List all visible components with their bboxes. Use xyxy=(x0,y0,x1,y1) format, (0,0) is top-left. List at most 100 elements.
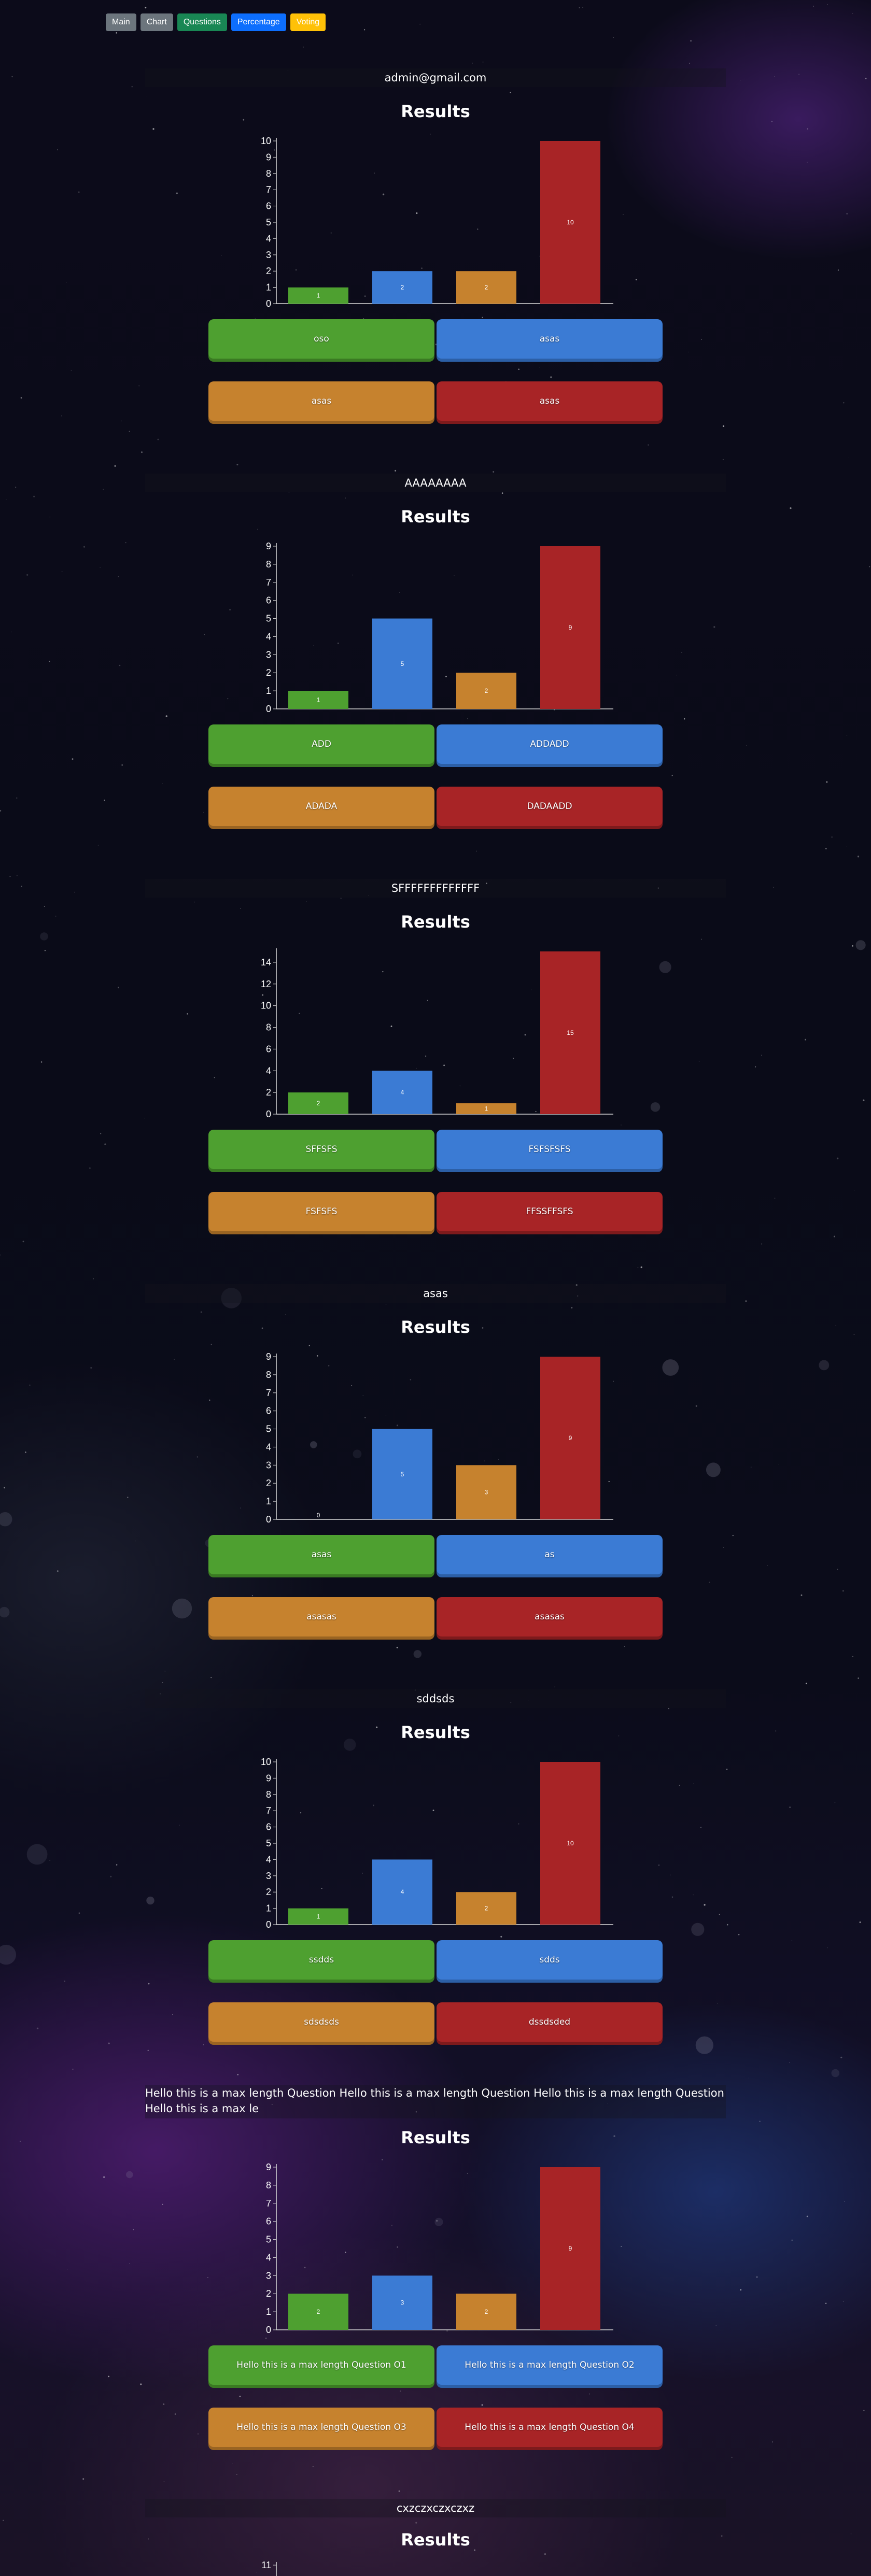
star-dot xyxy=(104,1143,106,1145)
star-dot xyxy=(340,898,342,899)
star-dot xyxy=(689,62,690,64)
star-dot xyxy=(114,465,116,467)
y-tick-label: 0 xyxy=(266,704,271,714)
star-dot xyxy=(145,7,147,9)
answer-button-2[interactable]: Hello this is a max length Question O2 xyxy=(437,2345,663,2385)
answer-button-3[interactable]: Hello this is a max length Question O3 xyxy=(208,2408,434,2447)
y-tick-label: 0 xyxy=(266,1109,271,1119)
answer-button-1[interactable]: oso xyxy=(208,319,434,359)
star-dot xyxy=(789,2062,790,2063)
star-dot xyxy=(683,718,685,720)
bar-value-label: 4 xyxy=(401,1089,404,1096)
nav-voting-button[interactable]: Voting xyxy=(290,13,326,31)
nav-questions-button[interactable]: Questions xyxy=(177,13,227,31)
star-dot xyxy=(236,2474,237,2475)
answer-button-1[interactable]: SFFSFS xyxy=(208,1130,434,1169)
y-tick-label: 6 xyxy=(266,1822,271,1832)
y-tick-label: 7 xyxy=(266,1388,271,1398)
space-debris xyxy=(413,1650,422,1658)
y-tick-label: 6 xyxy=(266,1406,271,1416)
space-debris xyxy=(0,1606,10,1618)
bar-value-label: 1 xyxy=(485,1105,488,1113)
bar-value-label: 2 xyxy=(317,2308,320,2315)
answer-button-3[interactable]: ADADA xyxy=(208,787,434,826)
answer-button-2[interactable]: asas xyxy=(437,319,663,359)
star-dot xyxy=(64,1980,65,1982)
star-dot xyxy=(152,128,154,130)
answer-button-3[interactable]: sdsdsds xyxy=(208,2002,434,2042)
star-dot xyxy=(251,1595,254,1597)
bar-value-label: 3 xyxy=(401,2299,404,2307)
star-dot xyxy=(738,1934,740,1935)
answer-button-3[interactable]: FSFSFS xyxy=(208,1192,434,1231)
y-tick-label: 2 xyxy=(266,1887,271,1897)
answer-button-2[interactable]: as xyxy=(437,1535,663,1574)
y-tick-label: 1 xyxy=(266,1496,271,1506)
bar-value-label: 9 xyxy=(569,2245,572,2252)
star-dot xyxy=(774,1198,776,1199)
answer-button-1[interactable]: asas xyxy=(208,1535,434,1574)
star-dot xyxy=(701,339,702,340)
y-tick-label: 1 xyxy=(266,686,271,696)
space-debris xyxy=(172,1598,192,1619)
answer-button-4[interactable]: asas xyxy=(437,381,663,421)
answer-button-3[interactable]: asasas xyxy=(208,1597,434,1636)
star-dot xyxy=(833,1235,835,1237)
star-dot xyxy=(363,29,366,31)
star-dot xyxy=(813,5,814,7)
star-dot xyxy=(430,133,431,135)
bar-value-label: 9 xyxy=(569,624,572,631)
star-dot xyxy=(20,397,22,399)
star-dot xyxy=(240,908,241,909)
bar-value-label: 1 xyxy=(317,1913,320,1920)
results-bar-chart: 0 1 2 3 4 5 6 7 8 9 0 5 3 9 xyxy=(266,1351,613,1525)
star-dot xyxy=(108,2375,110,2378)
answer-button-4[interactable]: dssdsded xyxy=(437,2002,663,2042)
y-tick-label: 3 xyxy=(266,1871,271,1881)
answer-button-4[interactable]: Hello this is a max length Question O4 xyxy=(437,2408,663,2447)
answer-button-2[interactable]: ADDADD xyxy=(437,724,663,764)
y-tick-label: 8 xyxy=(266,2180,271,2190)
answer-button-1[interactable]: ssdds xyxy=(208,1940,434,1980)
answer-button-4[interactable]: DADAADD xyxy=(437,787,663,826)
bar-value-label: 1 xyxy=(317,292,320,299)
results-bar-chart: 0 1 2 3 4 5 6 7 8 9 2 3 2 9 xyxy=(266,2162,613,2335)
star-dot xyxy=(722,425,725,428)
results-heading: Results xyxy=(401,1723,470,1742)
star-dot xyxy=(200,1311,203,1313)
star-dot xyxy=(858,1677,859,1679)
answer-button-1[interactable]: ADD xyxy=(208,724,434,764)
y-tick-label: 3 xyxy=(266,1460,271,1470)
bar-value-label: 5 xyxy=(401,1471,404,1478)
star-dot xyxy=(239,2396,241,2397)
answer-button-2[interactable]: FSFSFSFS xyxy=(437,1130,663,1169)
nav-main-button[interactable]: Main xyxy=(106,13,136,31)
y-tick-label: 2 xyxy=(266,266,271,276)
y-tick-label: 6 xyxy=(266,201,271,211)
nav-percentage-button[interactable]: Percentage xyxy=(231,13,286,31)
star-dot xyxy=(865,78,867,80)
question-title: SFFFFFFFFFFFFF xyxy=(145,879,726,898)
star-dot xyxy=(831,836,833,838)
star-dot xyxy=(690,40,692,42)
y-tick-label: 6 xyxy=(266,2216,271,2227)
star-dot xyxy=(147,2050,149,2051)
bar-value-label: 2 xyxy=(485,1905,488,1912)
nav-chart-button[interactable]: Chart xyxy=(140,13,173,31)
star-dot xyxy=(0,810,2,812)
star-dot xyxy=(579,7,580,9)
star-dot xyxy=(798,74,799,75)
answer-button-4[interactable]: asasas xyxy=(437,1597,663,1636)
y-tick-label: 4 xyxy=(266,631,271,642)
bar-value-label: 5 xyxy=(401,660,404,667)
answer-button-2[interactable]: sdds xyxy=(437,1940,663,1980)
star-dot xyxy=(44,905,45,907)
star-dot xyxy=(72,2069,74,2070)
answer-button-3[interactable]: asas xyxy=(208,381,434,421)
star-dot xyxy=(761,1243,763,1245)
star-dot xyxy=(108,2042,110,2044)
answer-button-4[interactable]: FFSSFFSFS xyxy=(437,1192,663,1231)
star-dot xyxy=(723,1547,724,1548)
star-dot xyxy=(701,938,702,940)
answer-button-1[interactable]: Hello this is a max length Question O1 xyxy=(208,2345,434,2385)
